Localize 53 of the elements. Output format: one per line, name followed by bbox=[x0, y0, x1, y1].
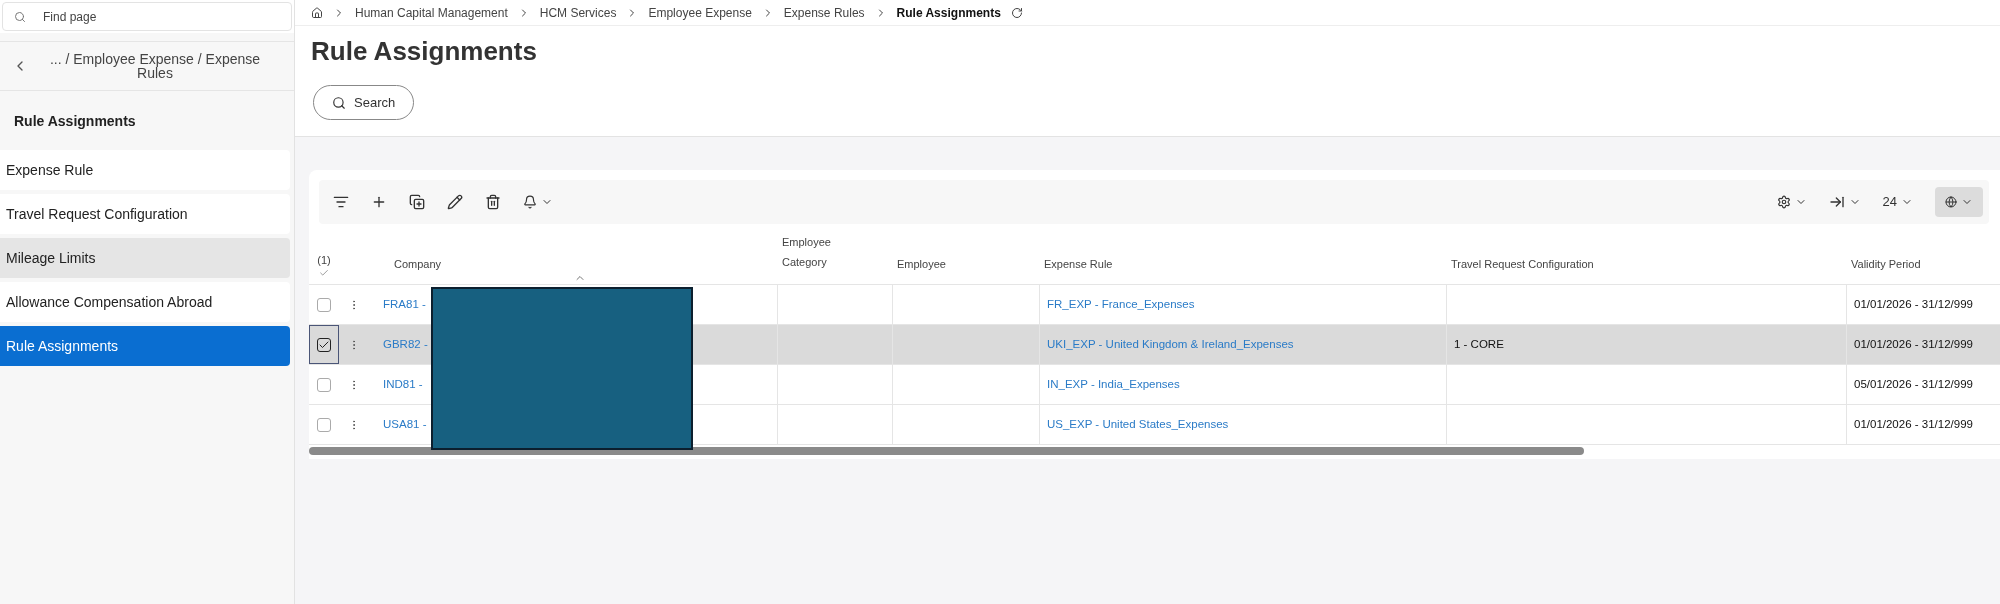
home-icon[interactable] bbox=[311, 6, 323, 19]
globe-icon[interactable] bbox=[1945, 196, 1957, 208]
row-checkbox[interactable] bbox=[317, 337, 331, 352]
refresh-icon[interactable] bbox=[1010, 6, 1023, 19]
expense-rule-link[interactable]: FR_EXP - France_Expenses bbox=[1047, 295, 1195, 314]
sidebar-item[interactable]: Allowance Compensation Abroad bbox=[0, 282, 290, 322]
search-icon bbox=[14, 11, 26, 23]
section-title: Rule Assignments bbox=[13, 112, 137, 131]
page-title: Rule Assignments bbox=[310, 35, 538, 68]
breadcrumb-link[interactable]: HCM Services bbox=[539, 3, 617, 22]
company-link[interactable]: USA81 - bbox=[383, 417, 427, 430]
column-header[interactable]: Validity Period bbox=[1851, 257, 1921, 270]
expense-rule-link[interactable]: IN_EXP - India_Expenses bbox=[1047, 375, 1180, 394]
company-link[interactable]: IND81 - bbox=[383, 377, 423, 390]
settings-icon[interactable] bbox=[1776, 195, 1791, 209]
sidebar-item[interactable]: Expense Rule bbox=[0, 150, 290, 190]
breadcrumb-link[interactable]: Expense Rules bbox=[783, 3, 865, 22]
sidebar-item[interactable]: Rule Assignments bbox=[0, 326, 290, 366]
table-cell-text: 01/01/2026 - 31/12/999 bbox=[1854, 296, 1973, 312]
expense-rule-link[interactable]: US_EXP - United States_Expenses bbox=[1047, 415, 1229, 434]
column-header[interactable]: Company bbox=[394, 257, 442, 270]
table-cell-text: 01/01/2026 - 31/12/999 bbox=[1854, 416, 1973, 432]
filter-icon[interactable] bbox=[333, 194, 349, 210]
delete-icon[interactable] bbox=[485, 194, 501, 210]
navigation-path: ... / Employee Expense / Expense Rules bbox=[48, 52, 262, 80]
column-header[interactable]: Employee Category bbox=[782, 232, 852, 272]
scrollbar[interactable] bbox=[309, 447, 1584, 455]
table-cell-text: 1 - CORE bbox=[1454, 336, 1504, 352]
copy-icon[interactable] bbox=[409, 194, 425, 210]
sidebar-item[interactable]: Travel Request Configuration bbox=[0, 194, 290, 234]
breadcrumb-link[interactable]: Human Capital Management bbox=[355, 3, 508, 22]
row-checkbox[interactable] bbox=[317, 417, 331, 432]
check-icon bbox=[319, 268, 329, 278]
table-cell-text: 05/01/2026 - 31/12/999 bbox=[1854, 376, 1973, 392]
table-cell-text: 01/01/2026 - 31/12/999 bbox=[1854, 336, 1973, 352]
row-checkbox[interactable] bbox=[317, 377, 331, 392]
language-menu[interactable] bbox=[1935, 187, 1983, 217]
selected-count: (1) bbox=[317, 252, 331, 268]
page-size-dropdown[interactable]: 24 bbox=[1882, 192, 1897, 212]
row-checkbox[interactable] bbox=[317, 297, 331, 312]
breadcrumb-link[interactable]: Rule Assignments bbox=[896, 3, 1001, 22]
column-header[interactable]: Employee bbox=[897, 257, 946, 270]
arrow-to-line-icon[interactable] bbox=[1828, 194, 1845, 210]
search-icon bbox=[332, 95, 346, 110]
column-header[interactable]: Travel Request Configuration bbox=[1451, 257, 1594, 270]
add-icon[interactable] bbox=[371, 194, 387, 210]
company-link[interactable]: FRA81 - bbox=[383, 297, 426, 310]
search-field[interactable]: Find page bbox=[2, 2, 292, 31]
sidebar-item[interactable]: Mileage Limits bbox=[0, 238, 290, 278]
bell-icon[interactable] bbox=[523, 195, 537, 209]
edit-icon[interactable] bbox=[447, 194, 463, 210]
breadcrumb-link[interactable]: Employee Expense bbox=[648, 3, 752, 22]
column-header[interactable]: Expense Rule bbox=[1044, 257, 1113, 270]
